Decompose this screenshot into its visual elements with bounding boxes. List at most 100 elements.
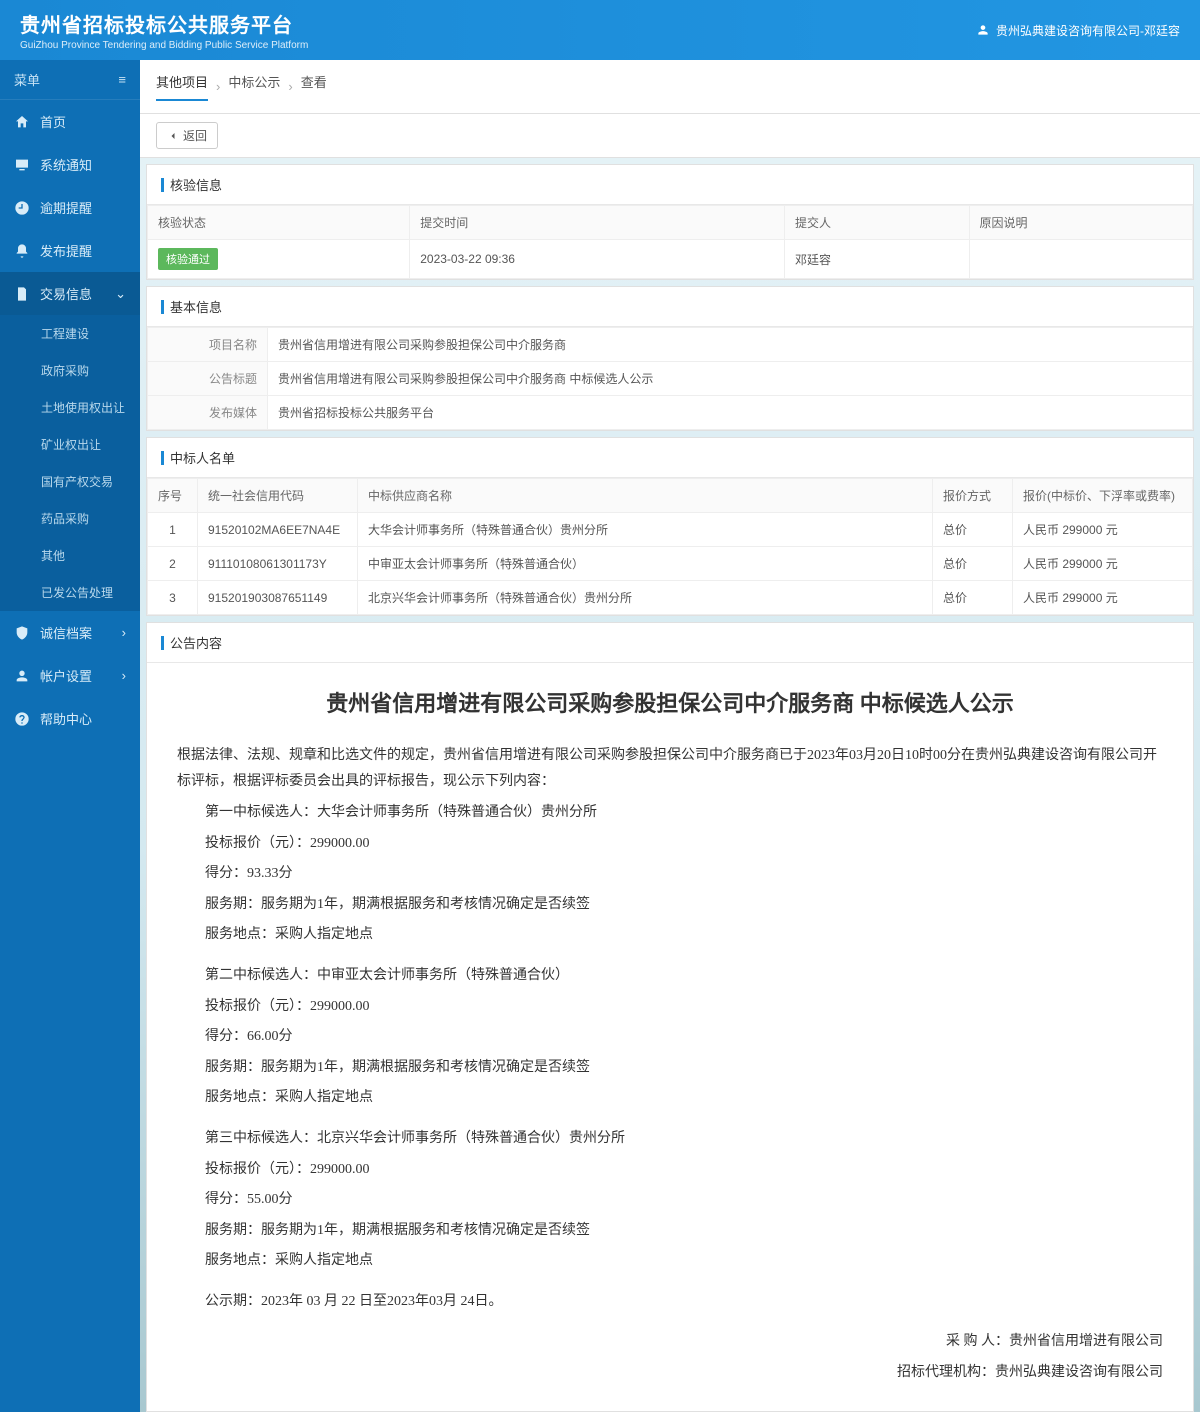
announce-body: 贵州省信用增进有限公司采购参股担保公司中介服务商 中标候选人公示 根据法律、法规… [147,663,1193,1411]
panel-title: 基本信息 [147,287,1193,327]
back-label: 返回 [183,127,207,144]
table-row: 3915201903087651149北京兴华会计师事务所（特殊普通合伙）贵州分… [148,581,1193,615]
help-icon [14,711,30,727]
cell-name: 大华会计师事务所（特殊普通合伙）贵州分所 [358,513,933,547]
announce-line: 服务期：服务期为1年，期满根据服务和考核情况确定是否续签 [177,1218,1163,1245]
sidebar-sub-item[interactable]: 矿业权出让 [0,426,140,463]
sidebar-sub-item[interactable]: 药品采购 [0,500,140,537]
announce-line: 投标报价（元）：299000.00 [177,1157,1163,1184]
announce-intro: 根据法律、法规、规章和比选文件的规定，贵州省信用增进有限公司采购参股担保公司中介… [177,743,1163,796]
cell-name: 中审亚太会计师事务所（特殊普通合伙） [358,547,933,581]
kv-value: 贵州省招标投标公共服务平台 [268,396,1193,430]
kv-key: 发布媒体 [148,396,268,430]
cell-reason [969,240,1192,279]
sidebar-sub-item[interactable]: 已发公告处理 [0,574,140,611]
cell-name: 北京兴华会计师事务所（特殊普通合伙）贵州分所 [358,581,933,615]
app-title: 贵州省招标投标公共服务平台 [20,9,308,38]
announce-line: 第二中标候选人：中审亚太会计师事务所（特殊普通合伙） [177,963,1163,990]
breadcrumb-item: 查看 [301,72,327,101]
sidebar-item-label: 逾期提醒 [40,198,92,217]
sidebar-sub-item[interactable]: 土地使用权出让 [0,389,140,426]
col-header: 中标供应商名称 [358,479,933,513]
winners-panel: 中标人名单 序号 统一社会信用代码 中标供应商名称 报价方式 报价(中标价、下浮… [146,437,1194,616]
verify-panel: 核验信息 核验状态 提交时间 提交人 原因说明 核验通过 2023-03-22 … [146,164,1194,280]
announce-title: 贵州省信用增进有限公司采购参股担保公司中介服务商 中标候选人公示 [177,683,1163,725]
user-info[interactable]: 贵州弘典建设咨询有限公司-邓廷容 [976,22,1180,39]
sidebar-item-label: 系统通知 [40,155,92,174]
publicity-period: 公示期：2023年 03 月 22 日至2023年03月 24日。 [177,1289,1163,1316]
menu-label: 菜单 [14,70,40,89]
col-header: 提交人 [784,206,969,240]
col-header: 序号 [148,479,198,513]
sidebar-sub-item[interactable]: 国有产权交易 [0,463,140,500]
breadcrumb-item[interactable]: 中标公示 [228,72,280,101]
kv-value: 贵州省信用增进有限公司采购参股担保公司中介服务商 中标候选人公示 [268,362,1193,396]
sidebar-item-label: 交易信息 [40,284,92,303]
sidebar-item-home[interactable]: 首页 [0,100,140,143]
announce-line: 服务地点：采购人指定地点 [177,922,1163,949]
col-header: 报价(中标价、下浮率或费率) [1013,479,1193,513]
clock-icon [14,200,30,216]
col-header: 原因说明 [969,206,1192,240]
cell-method: 总价 [933,547,1013,581]
sidebar-item-label: 首页 [40,112,66,131]
announce-line: 第三中标候选人：北京兴华会计师事务所（特殊普通合伙）贵州分所 [177,1126,1163,1153]
breadcrumb-item[interactable]: 其他项目 [156,72,208,101]
kv-key: 项目名称 [148,328,268,362]
announce-line: 得分：55.00分 [177,1187,1163,1214]
sidebar-item-shield[interactable]: 诚信档案› [0,611,140,654]
chevron-right-icon: › [288,79,292,94]
sidebar-item-doc[interactable]: 交易信息⌄ [0,272,140,315]
cell-code: 91110108061301173Y [198,547,358,581]
announce-line: 服务期：服务期为1年，期满根据服务和考核情况确定是否续签 [177,1055,1163,1082]
col-header: 提交时间 [410,206,785,240]
sidebar: 菜单 ≡ 首页系统通知逾期提醒发布提醒交易信息⌄工程建设政府采购土地使用权出让矿… [0,60,140,1412]
basic-table: 项目名称贵州省信用增进有限公司采购参股担保公司中介服务商公告标题贵州省信用增进有… [147,327,1193,430]
app-header: 贵州省招标投标公共服务平台 GuiZhou Province Tendering… [0,0,1200,60]
sidebar-item-user[interactable]: 帐户设置› [0,654,140,697]
sidebar-sub-item[interactable]: 工程建设 [0,315,140,352]
arrow-left-icon [167,130,179,142]
announce-line: 服务期：服务期为1年，期满根据服务和考核情况确定是否续签 [177,892,1163,919]
announce-panel: 公告内容 贵州省信用增进有限公司采购参股担保公司中介服务商 中标候选人公示 根据… [146,622,1194,1412]
cell-idx: 2 [148,547,198,581]
announce-line: 第一中标候选人：大华会计师事务所（特殊普通合伙）贵州分所 [177,800,1163,827]
cell-code: 915201903087651149 [198,581,358,615]
sidebar-sub-item[interactable]: 政府采购 [0,352,140,389]
chevron-right-icon: › [122,668,126,683]
sidebar-item-help[interactable]: 帮助中心 [0,697,140,740]
sidebar-sub-item[interactable]: 其他 [0,537,140,574]
chevron-right-icon: › [216,79,220,94]
shield-icon [14,625,30,641]
user-icon [14,668,30,684]
cell-price: 人民币 299000 元 [1013,513,1193,547]
cell-method: 总价 [933,513,1013,547]
sidebar-item-bell[interactable]: 发布提醒 [0,229,140,272]
status-badge: 核验通过 [158,248,218,270]
sidebar-item-monitor[interactable]: 系统通知 [0,143,140,186]
kv-key: 公告标题 [148,362,268,396]
col-header: 报价方式 [933,479,1013,513]
menu-collapse-icon[interactable]: ≡ [118,72,126,87]
winners-table: 序号 统一社会信用代码 中标供应商名称 报价方式 报价(中标价、下浮率或费率) … [147,478,1193,615]
monitor-icon [14,157,30,173]
sidebar-item-clock[interactable]: 逾期提醒 [0,186,140,229]
verify-table: 核验状态 提交时间 提交人 原因说明 核验通过 2023-03-22 09:36… [147,205,1193,279]
main-content: 其他项目 › 中标公示 › 查看 返回 核验信息 核验状态 提交时间 提交人 原… [140,60,1200,1412]
menu-header: 菜单 ≡ [0,60,140,100]
announce-line: 投标报价（元）：299000.00 [177,994,1163,1021]
cell-method: 总价 [933,581,1013,615]
col-header: 核验状态 [148,206,410,240]
table-row: 核验通过 2023-03-22 09:36 邓廷容 [148,240,1193,279]
cell-price: 人民币 299000 元 [1013,581,1193,615]
bell-icon [14,243,30,259]
agency-line: 招标代理机构：贵州弘典建设咨询有限公司 [177,1360,1163,1387]
cell-time: 2023-03-22 09:36 [410,240,785,279]
cell-price: 人民币 299000 元 [1013,547,1193,581]
sidebar-item-label: 诚信档案 [40,623,92,642]
cell-submitter: 邓廷容 [784,240,969,279]
buyer-line: 采 购 人：贵州省信用增进有限公司 [177,1329,1163,1356]
user-name: 贵州弘典建设咨询有限公司-邓廷容 [996,22,1180,39]
back-button[interactable]: 返回 [156,122,218,149]
breadcrumb: 其他项目 › 中标公示 › 查看 [140,60,1200,114]
